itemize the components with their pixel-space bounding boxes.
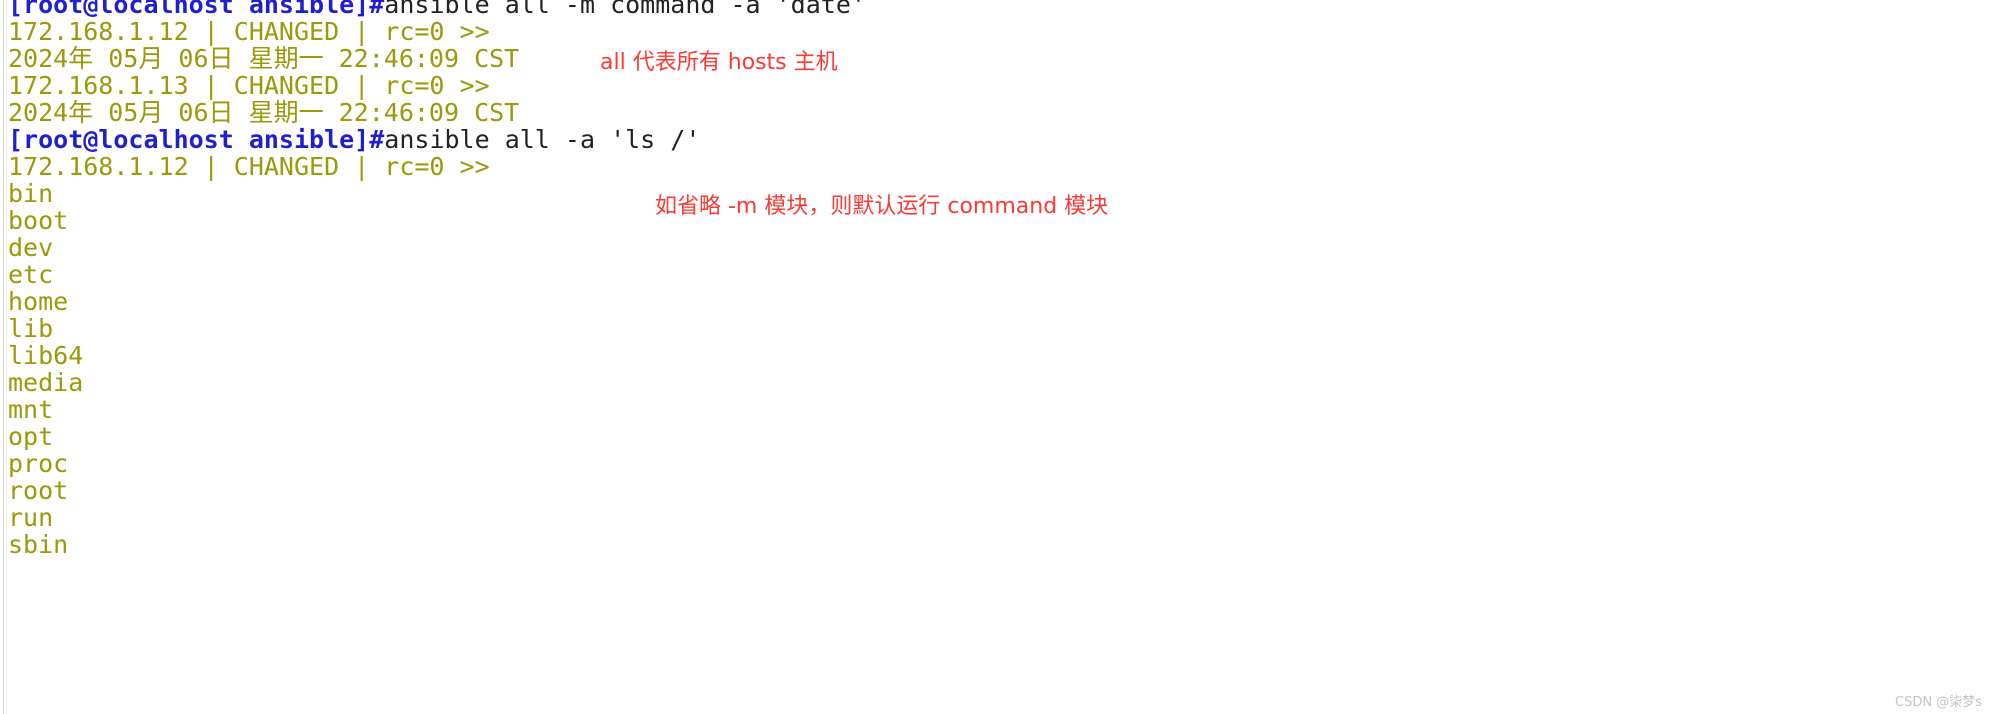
terminal-line: 172.168.1.12 | CHANGED | rc=0 >> — [8, 153, 1983, 180]
terminal-output-area[interactable]: [root@localhost ansible]#[root@localhost… — [8, 0, 1983, 714]
command-output-text: opt — [8, 422, 54, 451]
terminal-line: sbin — [8, 531, 1983, 558]
terminal-line: [root@localhost ansible]#ansible all -a … — [8, 126, 1983, 153]
terminal-line: 172.168.1.13 | CHANGED | rc=0 >> — [8, 72, 1983, 99]
terminal-line: 2024年 05月 06日 星期一 22:46:09 CST — [8, 99, 1983, 126]
csdn-watermark: CSDN @柒梦s — [1895, 695, 1982, 710]
terminal-line: proc — [8, 450, 1983, 477]
terminal-line: lib64 — [8, 342, 1983, 369]
terminal-line: lib — [8, 315, 1983, 342]
terminal-line: opt — [8, 423, 1983, 450]
command-output-text: lib — [8, 314, 54, 343]
terminal-line: 172.168.1.12 | CHANGED | rc=0 >> — [8, 18, 1983, 45]
command-output-text: 172.168.1.12 | CHANGED | rc=0 >> — [8, 152, 490, 181]
annotation-all-keyword: all 代表所有 hosts 主机 — [600, 50, 838, 75]
command-output-text: 172.168.1.12 | CHANGED | rc=0 >> — [8, 17, 490, 46]
command-output-text: boot — [8, 206, 69, 235]
terminal-line: dev — [8, 234, 1983, 261]
terminal-line: run — [8, 504, 1983, 531]
command-output-text: mnt — [8, 395, 54, 424]
command-output-text: run — [8, 503, 54, 532]
command-output-text: etc — [8, 260, 54, 289]
shell-prompt: [root@localhost ansible]# — [8, 125, 385, 154]
command-output-text: dev — [8, 233, 54, 262]
command-output-text: lib64 — [8, 341, 84, 370]
command-output-text: root — [8, 476, 69, 505]
terminal-line: home — [8, 288, 1983, 315]
command-output-text: 2024年 05月 06日 星期一 22:46:09 CST — [8, 98, 520, 127]
terminal-line: mnt — [8, 396, 1983, 423]
terminal-line: root — [8, 477, 1983, 504]
terminal-line: etc — [8, 261, 1983, 288]
command-output-text: media — [8, 368, 84, 397]
window-left-border-inner — [6, 0, 7, 714]
command-output-text: home — [8, 287, 69, 316]
annotation-default-module: 如省略 -m 模块，则默认运行 command 模块 — [655, 194, 1109, 219]
shell-command: ansible all -a 'ls /' — [384, 125, 701, 154]
window-left-border — [3, 0, 4, 714]
terminal-line: 2024年 05月 06日 星期一 22:46:09 CST — [8, 45, 1983, 72]
terminal-line: media — [8, 369, 1983, 396]
terminal-line: [root@localhost ansible]#ansible all -m … — [8, 0, 1983, 18]
command-output-text: bin — [8, 179, 54, 208]
command-output-text: sbin — [8, 530, 69, 559]
command-output-text: 172.168.1.13 | CHANGED | rc=0 >> — [8, 71, 490, 100]
command-output-text: proc — [8, 449, 69, 478]
command-output-text: 2024年 05月 06日 星期一 22:46:09 CST — [8, 44, 520, 73]
